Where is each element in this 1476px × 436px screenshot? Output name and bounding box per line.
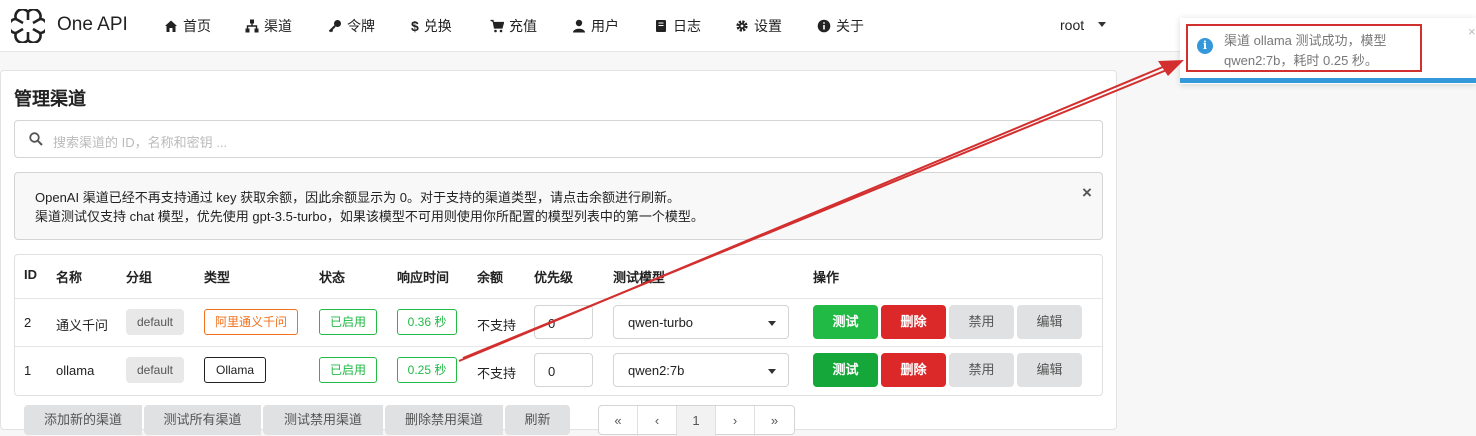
annotation-arrow (458, 60, 1184, 362)
